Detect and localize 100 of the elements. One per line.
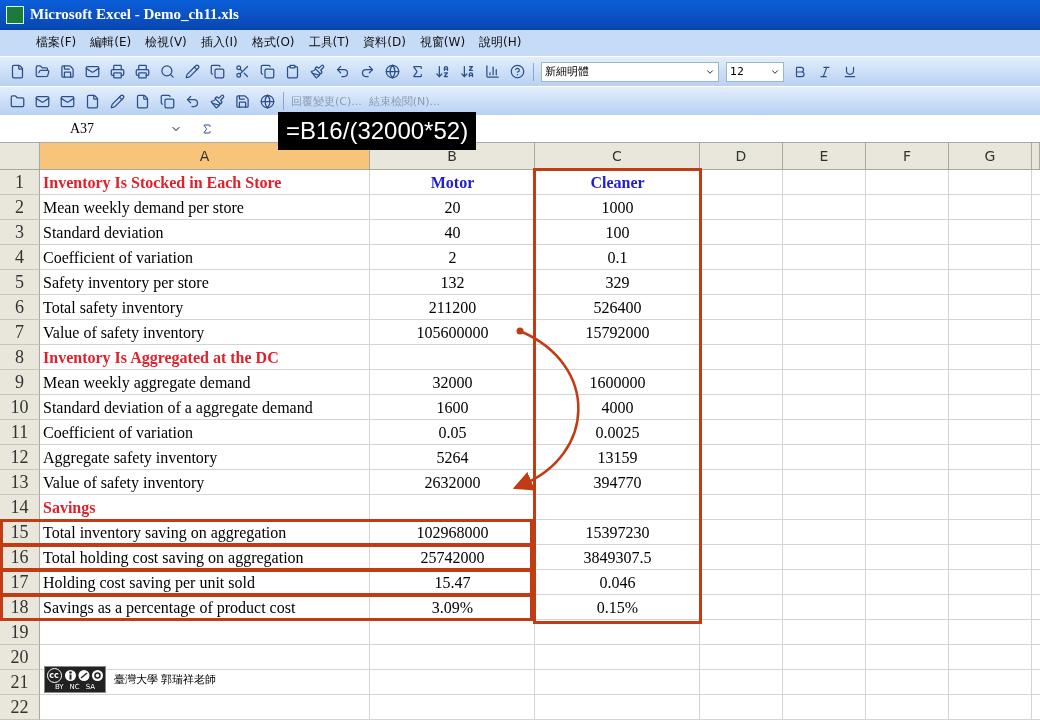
table-cell: 1600 (436, 398, 469, 417)
table-cell: 25742000 (420, 548, 485, 567)
menu-item[interactable]: 檔案(F) (36, 34, 77, 52)
scissors-icon[interactable] (233, 62, 251, 81)
menu-item[interactable]: 檢視(V) (145, 34, 187, 52)
window-title: Microsoft Excel - Demo_ch11.xls (30, 6, 239, 24)
table-cell: Coefficient of variation (43, 248, 193, 267)
table-cell: 15397230 (585, 523, 650, 542)
row-header[interactable]: 14 (0, 495, 40, 520)
table-cell: Cleaner (590, 173, 645, 192)
table-cell: 13159 (597, 448, 638, 467)
row-header[interactable]: 20 (0, 645, 40, 670)
chart-icon[interactable] (483, 62, 501, 81)
table-cell: 394770 (593, 473, 642, 492)
toolbar-icon[interactable] (158, 92, 176, 111)
row-header[interactable]: 4 (0, 245, 40, 270)
formula-tooltip: =B16/(32000*52) (278, 112, 477, 150)
table-cell: Total safety inventory (43, 298, 184, 317)
menu-item[interactable]: 工具(T) (308, 34, 350, 52)
table-cell: Coefficient of variation (43, 423, 193, 442)
table-cell: 526400 (593, 298, 642, 317)
table-cell: 2632000 (424, 473, 481, 492)
table-cell: Holding cost saving per unit sold (43, 573, 255, 592)
menu-item[interactable]: 插入(I) (200, 34, 238, 52)
row-header[interactable]: 10 (0, 395, 40, 420)
toolbar-icon[interactable] (258, 92, 276, 111)
row-header[interactable]: 22 (0, 695, 40, 720)
table-cell: Total holding cost saving on aggregation (43, 548, 304, 567)
copy-icon[interactable] (258, 62, 276, 81)
column-header[interactable]: C (535, 143, 700, 170)
row-header[interactable]: 13 (0, 470, 40, 495)
row-header[interactable]: 3 (0, 220, 40, 245)
table-cell: 0.05 (438, 423, 467, 442)
table-cell: Inventory Is Aggregated at the DC (43, 348, 279, 367)
row-header[interactable]: 9 (0, 370, 40, 395)
table-cell: Mean weekly aggregate demand (43, 373, 251, 392)
column-header[interactable]: E (783, 143, 866, 170)
column-header[interactable]: F (866, 143, 949, 170)
magnifier-icon[interactable] (158, 62, 176, 81)
row-header[interactable]: 8 (0, 345, 40, 370)
table-cell: Mean weekly demand per store (43, 198, 244, 217)
help-icon[interactable] (508, 62, 526, 81)
table-cell: Savings as a percentage of product cost (43, 598, 296, 617)
row-header[interactable]: 21 (0, 670, 40, 695)
menu-item[interactable]: 資料(D) (363, 34, 406, 52)
table-cell: 0.15% (596, 598, 639, 617)
table-cell: Value of safety inventory (43, 323, 205, 342)
font-size-field[interactable]: 12 (726, 61, 784, 82)
table-cell: Inventory Is Stocked in Each Store (43, 173, 282, 192)
pencil-icon[interactable] (183, 62, 201, 81)
table-cell: Standard deviation (43, 223, 164, 242)
table-cell: 20 (444, 198, 461, 217)
column-header[interactable]: G (949, 143, 1032, 170)
row-header[interactable]: 5 (0, 270, 40, 295)
row-header[interactable]: 2 (0, 195, 40, 220)
name-box[interactable]: A37 (0, 117, 190, 140)
toolbar-icon[interactable] (208, 92, 226, 111)
table-cell: 1000 (601, 198, 634, 217)
menu-item[interactable]: 視窗(W) (419, 34, 466, 52)
table-cell: 2 (448, 248, 457, 267)
font-name-field[interactable]: 新細明體 (541, 61, 719, 82)
table-cell: 0.0025 (595, 423, 640, 442)
row-header[interactable]: 1 (0, 170, 40, 195)
save-icon[interactable] (58, 62, 76, 81)
table-cell: 15.47 (434, 573, 471, 592)
toolbar-icon[interactable] (233, 92, 251, 111)
globe-icon[interactable] (383, 62, 401, 81)
table-cell: 4000 (601, 398, 634, 417)
table-cell: Value of safety inventory (43, 473, 205, 492)
table-cell: 132 (440, 273, 465, 292)
print-icon[interactable] (133, 62, 151, 81)
table-cell: 329 (605, 273, 630, 292)
row-header[interactable]: 7 (0, 320, 40, 345)
menu-item[interactable]: 編輯(E) (90, 34, 132, 52)
menu-item[interactable]: 說明(H) (479, 34, 522, 52)
toolbar-icon[interactable] (108, 92, 126, 111)
table-cell: 32000 (432, 373, 473, 392)
table-cell: Aggregate safety inventory (43, 448, 218, 467)
row-header[interactable]: 19 (0, 620, 40, 645)
column-header[interactable]: D (700, 143, 783, 170)
paintbrush-icon[interactable] (308, 62, 326, 81)
row-header[interactable]: 11 (0, 420, 40, 445)
table-cell: 0.046 (599, 573, 636, 592)
menu-item[interactable]: 格式(O) (251, 34, 295, 52)
table-cell: 100 (605, 223, 630, 242)
table-cell: 5264 (436, 448, 469, 467)
table-cell: 105600000 (416, 323, 489, 342)
table-cell: Safety inventory per store (43, 273, 209, 292)
row-header[interactable]: 6 (0, 295, 40, 320)
copy-icon[interactable] (208, 62, 226, 81)
row-header[interactable]: 12 (0, 445, 40, 470)
table-cell: 1600000 (589, 373, 646, 392)
printer-icon[interactable] (108, 62, 126, 81)
table-cell: Standard deviation of a aggregate demand (43, 398, 313, 417)
table-cell: 3849307.5 (583, 548, 652, 567)
table-cell: 0.1 (607, 248, 628, 267)
table-cell: 211200 (428, 298, 477, 317)
table-cell: 102968000 (416, 523, 489, 542)
column-header[interactable]: A (40, 143, 370, 170)
credit-text: 臺灣大學 郭瑞祥老師 (114, 672, 217, 687)
